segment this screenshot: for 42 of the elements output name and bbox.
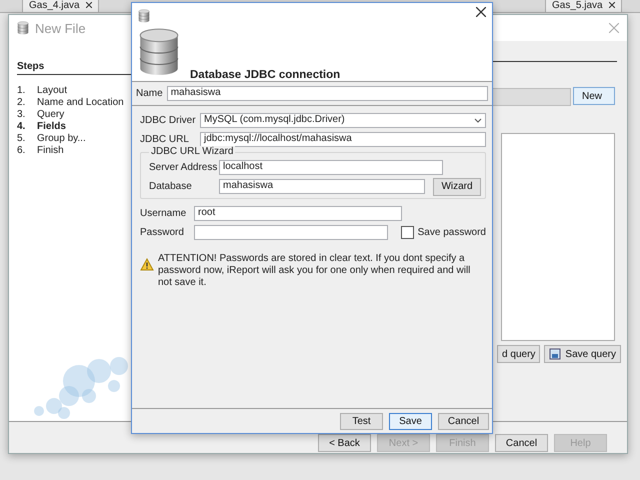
wizard-step: 6. Finish (17, 145, 143, 157)
query-button[interactable]: d query (497, 345, 540, 363)
password-field[interactable] (194, 225, 388, 240)
editor-tab[interactable]: Gas_5.java (545, 0, 622, 13)
database-icon (17, 21, 29, 35)
driver-dropdown[interactable]: MySQL (com.mysql.jdbc.Driver) (200, 113, 486, 128)
warning-icon (140, 258, 154, 271)
editor-tab[interactable]: Gas_4.java (22, 0, 99, 13)
username-field[interactable]: root (194, 206, 402, 221)
close-icon[interactable] (608, 2, 615, 8)
field-label: JDBC URL (140, 134, 190, 145)
nav-button[interactable]: Cancel (495, 434, 548, 452)
field-label: Username (140, 208, 188, 219)
name-field[interactable]: mahasiswa (166, 86, 488, 101)
field-label: Server Address (149, 162, 215, 173)
window-title: New File (35, 20, 86, 36)
close-icon[interactable] (86, 2, 92, 8)
new-button[interactable]: New (573, 87, 615, 105)
database-icon (138, 27, 180, 77)
field-label: Password (140, 227, 185, 238)
nav-button[interactable]: < Back (318, 434, 371, 452)
checkbox[interactable] (401, 226, 414, 239)
floppy-icon (549, 348, 562, 360)
database-icon (138, 9, 150, 23)
dialog-button[interactable]: Test (340, 412, 383, 430)
wizard-step: 3. Query (17, 109, 143, 121)
server-field[interactable]: localhost (219, 160, 443, 175)
dialog-button[interactable]: Save (389, 412, 432, 430)
wizard-step: 2. Name and Location (17, 97, 143, 109)
wizard-button[interactable]: Wizard (433, 178, 481, 196)
database-field[interactable]: mahasiswa (219, 179, 425, 194)
checkbox-label: Save password (418, 227, 486, 238)
field-label: JDBC Driver (140, 115, 196, 126)
query-button[interactable]: Save query (544, 345, 621, 363)
close-icon[interactable] (476, 7, 486, 17)
url-field[interactable]: jdbc:mysql://localhost/mahasiswa (200, 132, 486, 147)
dialog-title: Database JDBC connection (190, 69, 340, 81)
group-title: JDBC URL Wizard (149, 146, 236, 157)
field-label: Name (136, 88, 163, 99)
warning-text: ATTENTION! Passwords are stored in clear text. If you dont specify a password now, iReport will ask you for one only when required and will not save it. (158, 253, 472, 289)
field-label: Database (149, 181, 193, 192)
dialog-button[interactable]: Cancel (438, 412, 489, 430)
